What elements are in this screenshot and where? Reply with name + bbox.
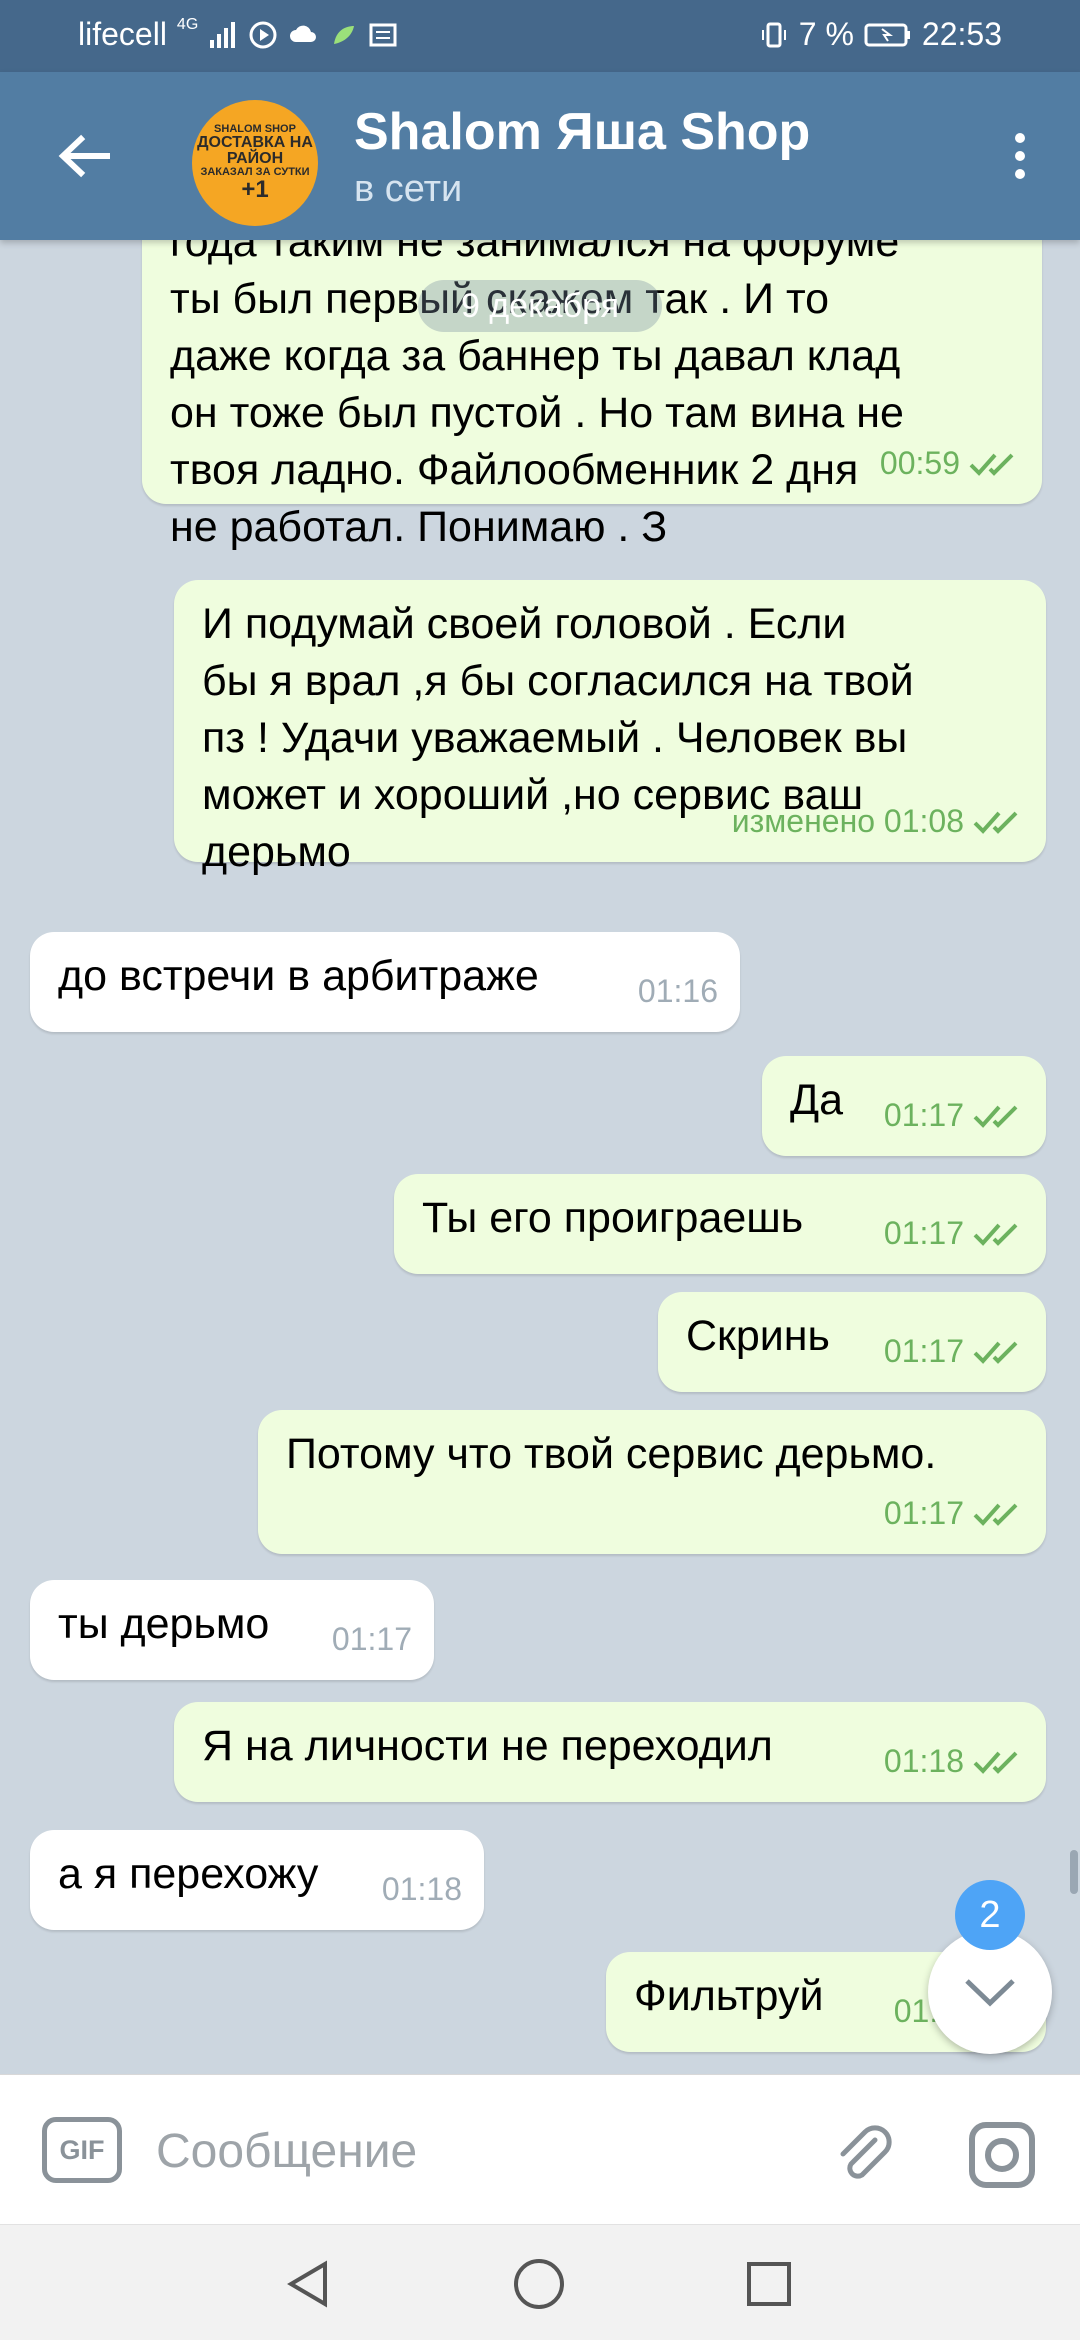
- message-meta: 01:17: [884, 1087, 1024, 1144]
- cloud-icon: [290, 25, 317, 42]
- avatar-text-4: +1: [241, 176, 269, 203]
- message-time: изменено 01:08: [731, 803, 964, 839]
- double-check-icon: [973, 1751, 1018, 1774]
- double-check-icon: [969, 453, 1014, 476]
- news-icon: [369, 23, 397, 46]
- more-menu-button[interactable]: [990, 120, 1050, 192]
- message-time: 01:18: [883, 1743, 964, 1779]
- message-outgoing[interactable]: Потому что твой сервис дерьмо. 01:17: [258, 1410, 1046, 1554]
- attach-button[interactable]: [824, 2115, 904, 2195]
- message-time: 01:16: [637, 973, 718, 1009]
- message-incoming[interactable]: а я перехожу 01:18: [30, 1830, 484, 1930]
- double-check-icon: [973, 1503, 1018, 1526]
- message-incoming[interactable]: ты дерьмо 01:17: [30, 1580, 434, 1680]
- message-text-line: пз ! Удачи уважаемый . Человек вы: [202, 714, 908, 762]
- message-list[interactable]: года таким не занимался на форуме ты был…: [0, 240, 1080, 2074]
- carrier-name: lifecell: [78, 16, 167, 52]
- paperclip-icon: [840, 2125, 892, 2179]
- arrow-left-icon: [58, 134, 110, 178]
- status-bar: lifecell 4G 7 % 22:53: [0, 0, 1080, 72]
- camera-icon: [969, 2122, 1035, 2188]
- message-time: 01:17: [883, 1215, 964, 1251]
- nav-home-button[interactable]: [504, 2249, 574, 2319]
- message-text-line: года таким не занимался на форуме: [170, 240, 900, 266]
- message-text-line: И подумай своей головой . Если: [202, 600, 847, 648]
- message-outgoing[interactable]: И подумай своей головой . Если бы я врал…: [174, 580, 1046, 876]
- clock: 22:53: [921, 16, 1002, 52]
- message-text-line: не работал. Понимаю . З: [170, 503, 668, 551]
- unread-count-badge: 2: [955, 1880, 1025, 1950]
- nav-recents-button[interactable]: [734, 2249, 804, 2319]
- avatar-text-2: ДОСТАВКА НА РАЙОН: [197, 134, 313, 167]
- scrollbar-thumb[interactable]: [1070, 1850, 1078, 1894]
- more-vertical-icon: [1015, 133, 1025, 143]
- gif-button[interactable]: GIF: [42, 2117, 122, 2183]
- message-time: 01:18: [381, 1871, 462, 1907]
- double-check-icon: [973, 811, 1018, 834]
- nav-home-icon: [514, 2259, 564, 2309]
- system-nav-bar: [0, 2224, 1080, 2340]
- message-outgoing[interactable]: Ты его проиграешь 01:17: [394, 1174, 1046, 1274]
- message-meta: 01:17: [884, 1205, 1024, 1262]
- message-text-line: до встречи в арбитраже: [58, 952, 539, 1000]
- status-right: 7 % 22:53: [759, 16, 1002, 53]
- status-left: lifecell 4G: [78, 16, 398, 53]
- avatar[interactable]: SHALOM SHOP ДОСТАВКА НА РАЙОН ЗАКАЗАЛ ЗА…: [192, 100, 318, 226]
- message-meta: 01:17: [884, 1485, 1024, 1542]
- message-text-line: он тоже был пустой . Но там вина не: [170, 389, 904, 437]
- message-time: 00:59: [879, 445, 960, 481]
- message-meta: 01:17: [332, 1611, 412, 1668]
- message-meta: 00:59: [880, 435, 1020, 492]
- more-vertical-icon-dot: [1015, 169, 1025, 179]
- camera-button[interactable]: [960, 2113, 1044, 2197]
- signal-icon: [210, 21, 236, 48]
- message-meta: 01:17: [884, 1323, 1024, 1380]
- message-text-line: даже когда за баннер ты давал клад: [170, 332, 901, 380]
- chevron-down-icon: [965, 1979, 1015, 2007]
- message-meta: 01:18: [884, 1733, 1024, 1790]
- message-outgoing[interactable]: Да 01:17: [762, 1056, 1046, 1156]
- message-meta: 01:16: [638, 963, 718, 1020]
- double-check-icon: [973, 1223, 1018, 1246]
- back-button[interactable]: [42, 120, 126, 192]
- message-meta: изменено 01:08: [732, 793, 1024, 850]
- message-outgoing[interactable]: Скринь 01:17: [658, 1292, 1046, 1392]
- nav-back-icon: [287, 2260, 327, 2308]
- message-meta: 01:18: [382, 1861, 462, 1918]
- network-type: 4G: [176, 16, 199, 33]
- message-outgoing[interactable]: Я на личности не переходил 01:18: [174, 1702, 1046, 1802]
- message-time: 01:17: [331, 1621, 412, 1657]
- nav-back-button[interactable]: [274, 2249, 344, 2319]
- battery-percent: 7 %: [798, 16, 854, 52]
- double-check-icon: [973, 1105, 1018, 1128]
- battery-icon: [864, 23, 910, 46]
- message-time: 01:17: [883, 1495, 964, 1531]
- date-separator: 9 декабря: [418, 280, 662, 332]
- chat-title[interactable]: Shalom Яша Shop: [354, 102, 810, 162]
- leaf-icon: [334, 25, 355, 44]
- chat-status: в сети: [354, 168, 463, 210]
- double-check-icon: [973, 1341, 1018, 1364]
- message-time: 01:17: [883, 1333, 964, 1369]
- message-text-line: Потому что твой сервис дерьмо.: [286, 1430, 937, 1478]
- composer-bar: GIF: [0, 2074, 1080, 2224]
- message-incoming[interactable]: до встречи в арбитраже 01:16: [30, 932, 740, 1032]
- chat-header: SHALOM SHOP ДОСТАВКА НА РАЙОН ЗАКАЗАЛ ЗА…: [0, 72, 1080, 240]
- nav-recents-icon: [747, 2262, 791, 2306]
- message-time: 01:17: [883, 1097, 964, 1133]
- message-text-line: бы я врал ,я бы согласился на твой: [202, 657, 914, 705]
- message-input[interactable]: [156, 2111, 776, 2191]
- play-icon: [249, 21, 277, 48]
- vibrate-icon: [761, 22, 786, 47]
- more-vertical-icon-dot: [1015, 151, 1025, 161]
